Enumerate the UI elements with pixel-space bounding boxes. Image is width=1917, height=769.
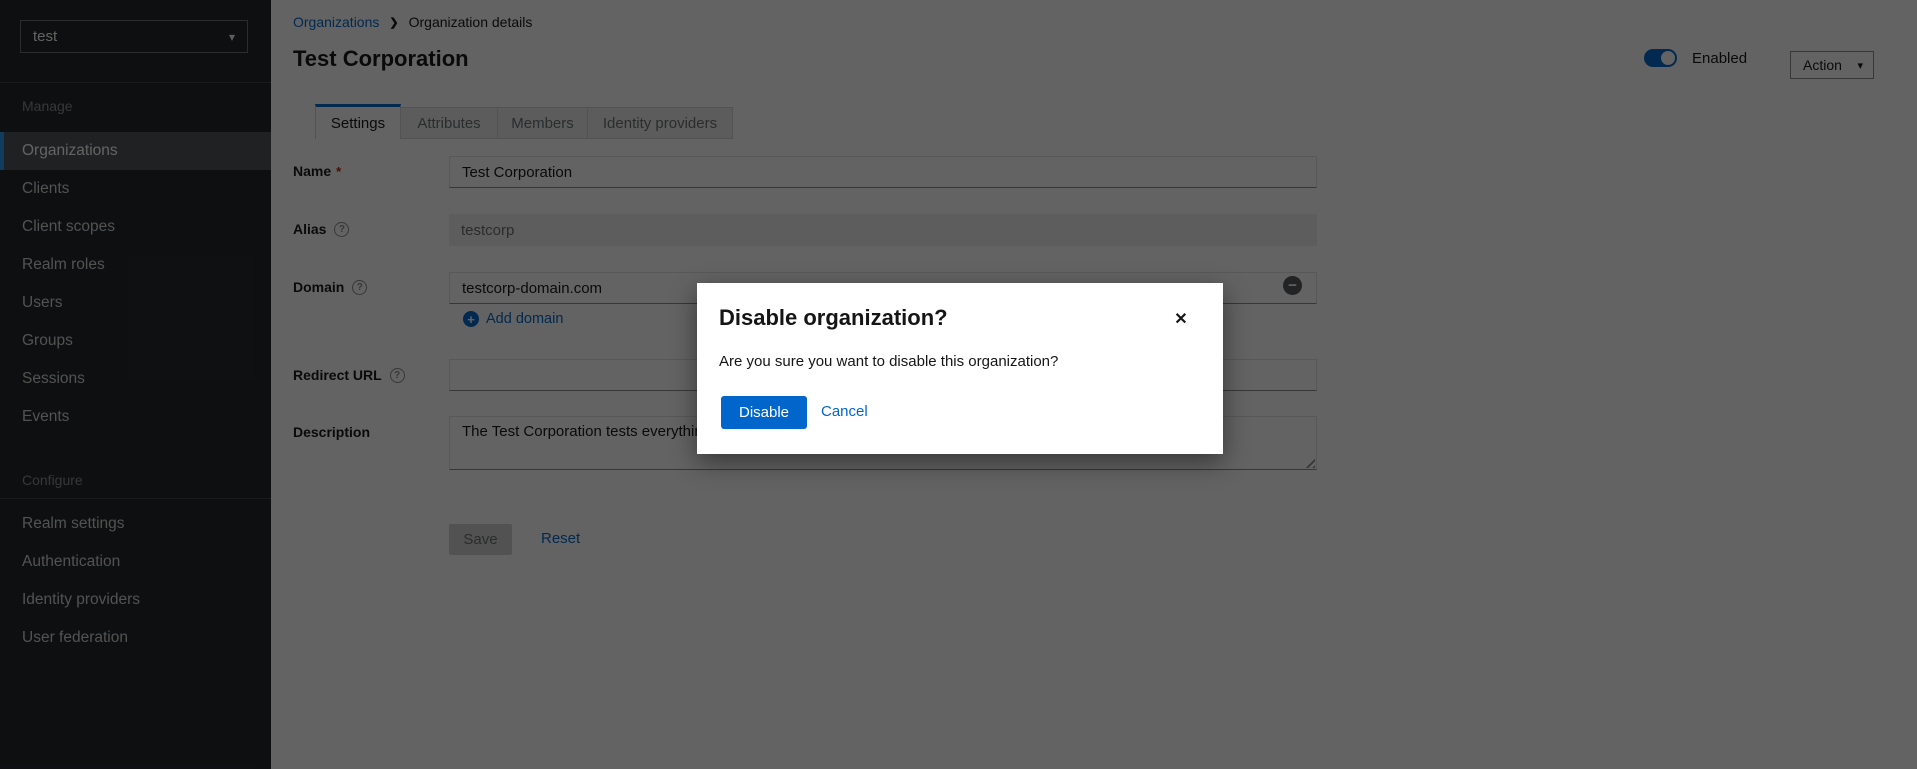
close-icon[interactable]: ✕ bbox=[1169, 307, 1193, 331]
disable-organization-modal: Disable organization? ✕ Are you sure you… bbox=[697, 283, 1223, 454]
modal-title: Disable organization? bbox=[719, 305, 948, 331]
modal-body-text: Are you sure you want to disable this or… bbox=[719, 353, 1058, 370]
keycloak-admin-console: test ▾ Manage Organizations Clients Clie… bbox=[0, 0, 1917, 769]
cancel-button[interactable]: Cancel bbox=[821, 403, 868, 420]
disable-button[interactable]: Disable bbox=[721, 396, 807, 429]
